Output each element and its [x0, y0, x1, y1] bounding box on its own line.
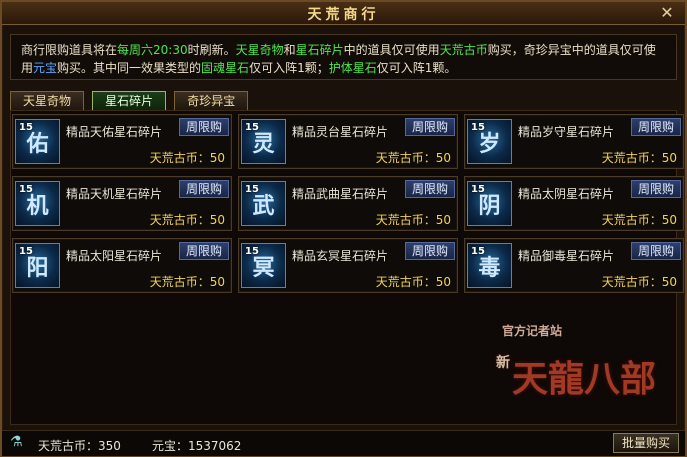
tab-xingshi-suipian[interactable]: 星石碎片 — [92, 91, 167, 111]
notice-text-part: 天荒古币 — [439, 43, 488, 57]
item-level: 15 — [245, 246, 259, 257]
item-name: 精品太阳星石碎片 — [66, 249, 163, 263]
item-name: 精品岁守星石碎片 — [518, 125, 615, 139]
tab-tianxing-qiwu[interactable]: 天星奇物 — [10, 91, 85, 111]
item-price: 天荒古币：50 — [601, 151, 677, 165]
item-level: 15 — [471, 122, 485, 133]
star-stone-icon[interactable]: 15 灵 — [241, 119, 286, 164]
weekly-limit-badge: 周限购 — [631, 118, 681, 136]
item-name: 精品武曲星石碎片 — [292, 187, 389, 201]
footer-bar: ⚗ 天荒古币：350 元宝：1537062 批量购买 — [2, 430, 685, 456]
item-card[interactable]: 15 武精品武曲星石碎片 周限购天荒古币：50 — [238, 176, 458, 231]
weekly-limit-badge: 周限购 — [631, 242, 681, 260]
logo-title: 天龍八部 — [512, 358, 657, 400]
notice-text-part: 固魂星石 — [201, 61, 250, 75]
star-stone-icon[interactable]: 15 岁 — [467, 119, 512, 164]
coins-balance: 天荒古币：350 — [38, 439, 121, 453]
tabs: 天星奇物 星石碎片 奇珍异宝 — [10, 90, 251, 111]
item-level: 15 — [19, 184, 33, 195]
star-stone-icon[interactable]: 15 毒 — [467, 243, 512, 288]
tab-qizhen-yibao[interactable]: 奇珍异宝 — [174, 91, 249, 111]
item-level: 15 — [19, 122, 33, 133]
item-price: 天荒古币：50 — [149, 213, 225, 227]
item-price: 天荒古币：50 — [601, 213, 677, 227]
weekly-limit-badge: 周限购 — [179, 118, 229, 136]
item-card[interactable]: 15 冥精品玄冥星石碎片 周限购天荒古币：50 — [238, 238, 458, 293]
logo-caption: 官方记者站 — [502, 324, 563, 338]
notice-text-part: 每周六20:30 — [117, 43, 188, 57]
notice-text-part: 购买。其中同一效果类型的 — [57, 61, 202, 75]
shop-notice: 商行限购道具将在每周六20:30时刷新。天星奇物和星石碎片中的道具仅可使用天荒古… — [10, 34, 677, 80]
notice-text-part: 天星奇物 — [235, 43, 284, 57]
item-name: 精品玄冥星石碎片 — [292, 249, 389, 263]
item-name: 精品太阴星石碎片 — [518, 187, 615, 201]
weekly-limit-badge: 周限购 — [405, 118, 455, 136]
notice-text-part: 元宝 — [33, 61, 58, 75]
notice-text-part: 仅可入阵1颗； — [249, 61, 329, 75]
item-card[interactable]: 15 灵精品灵台星石碎片 周限购天荒古币：50 — [238, 114, 458, 169]
notice-text-part: 星石碎片 — [295, 43, 344, 57]
item-card[interactable]: 15 阳精品太阳星石碎片 周限购天荒古币：50 — [12, 238, 232, 293]
item-card[interactable]: 15 机精品天机星石碎片 周限购天荒古币：50 — [12, 176, 232, 231]
star-stone-icon[interactable]: 15 阳 — [15, 243, 60, 288]
item-price: 天荒古币：50 — [375, 151, 451, 165]
close-icon[interactable]: ✕ — [659, 5, 675, 21]
logo-new-label: 新 — [496, 355, 510, 371]
item-level: 15 — [245, 122, 259, 133]
notice-text-part: 时刷新。 — [187, 43, 236, 57]
weekly-limit-badge: 周限购 — [179, 242, 229, 260]
yuanbao-balance: 元宝：1537062 — [152, 439, 242, 453]
star-stone-icon[interactable]: 15 机 — [15, 181, 60, 226]
item-price: 天荒古币：50 — [375, 213, 451, 227]
notice-text-part: 中的道具仅可使用 — [343, 43, 440, 57]
item-level: 15 — [471, 246, 485, 257]
item-card[interactable]: 15 岁精品岁守星石碎片 周限购天荒古币：50 — [464, 114, 684, 169]
window-title: 天荒商行 — [307, 7, 380, 23]
item-level: 15 — [471, 184, 485, 195]
item-card[interactable]: 15 阴精品太阴星石碎片 周限购天荒古币：50 — [464, 176, 684, 231]
wallet-icon: ⚗ — [10, 434, 23, 450]
star-stone-icon[interactable]: 15 武 — [241, 181, 286, 226]
item-price: 天荒古币：50 — [375, 275, 451, 289]
weekly-limit-badge: 周限购 — [405, 242, 455, 260]
item-level: 15 — [245, 184, 259, 195]
bulk-buy-button[interactable]: 批量购买 — [613, 433, 679, 453]
item-price: 天荒古币：50 — [601, 275, 677, 289]
item-card[interactable]: 15 佑精品天佑星石碎片 周限购天荒古币：50 — [12, 114, 232, 169]
shop-window: 天荒商行 ✕ 商行限购道具将在每周六20:30时刷新。天星奇物和星石碎片中的道具… — [0, 0, 687, 457]
item-price: 天荒古币：50 — [149, 275, 225, 289]
notice-text-part: 护体星石 — [328, 61, 377, 75]
title-bar[interactable]: 天荒商行 ✕ — [2, 2, 685, 25]
item-name: 精品天机星石碎片 — [66, 187, 163, 201]
star-stone-icon[interactable]: 15 冥 — [241, 243, 286, 288]
game-logo: 官方记者站 新 天龍八部 — [496, 324, 672, 407]
item-name: 精品御毒星石碎片 — [518, 249, 615, 263]
item-name: 精品灵台星石碎片 — [292, 125, 389, 139]
notice-text-part: 仅可入阵1颗。 — [376, 61, 457, 75]
weekly-limit-badge: 周限购 — [405, 180, 455, 198]
star-stone-icon[interactable]: 15 阴 — [467, 181, 512, 226]
weekly-limit-badge: 周限购 — [631, 180, 681, 198]
star-stone-icon[interactable]: 15 佑 — [15, 119, 60, 164]
item-card[interactable]: 15 毒精品御毒星石碎片 周限购天荒古币：50 — [464, 238, 684, 293]
item-level: 15 — [19, 246, 33, 257]
notice-text-part: 和 — [283, 43, 296, 57]
item-name: 精品天佑星石碎片 — [66, 125, 163, 139]
weekly-limit-badge: 周限购 — [179, 180, 229, 198]
notice-text-part: 商行限购道具将在 — [21, 43, 118, 57]
item-price: 天荒古币：50 — [149, 151, 225, 165]
